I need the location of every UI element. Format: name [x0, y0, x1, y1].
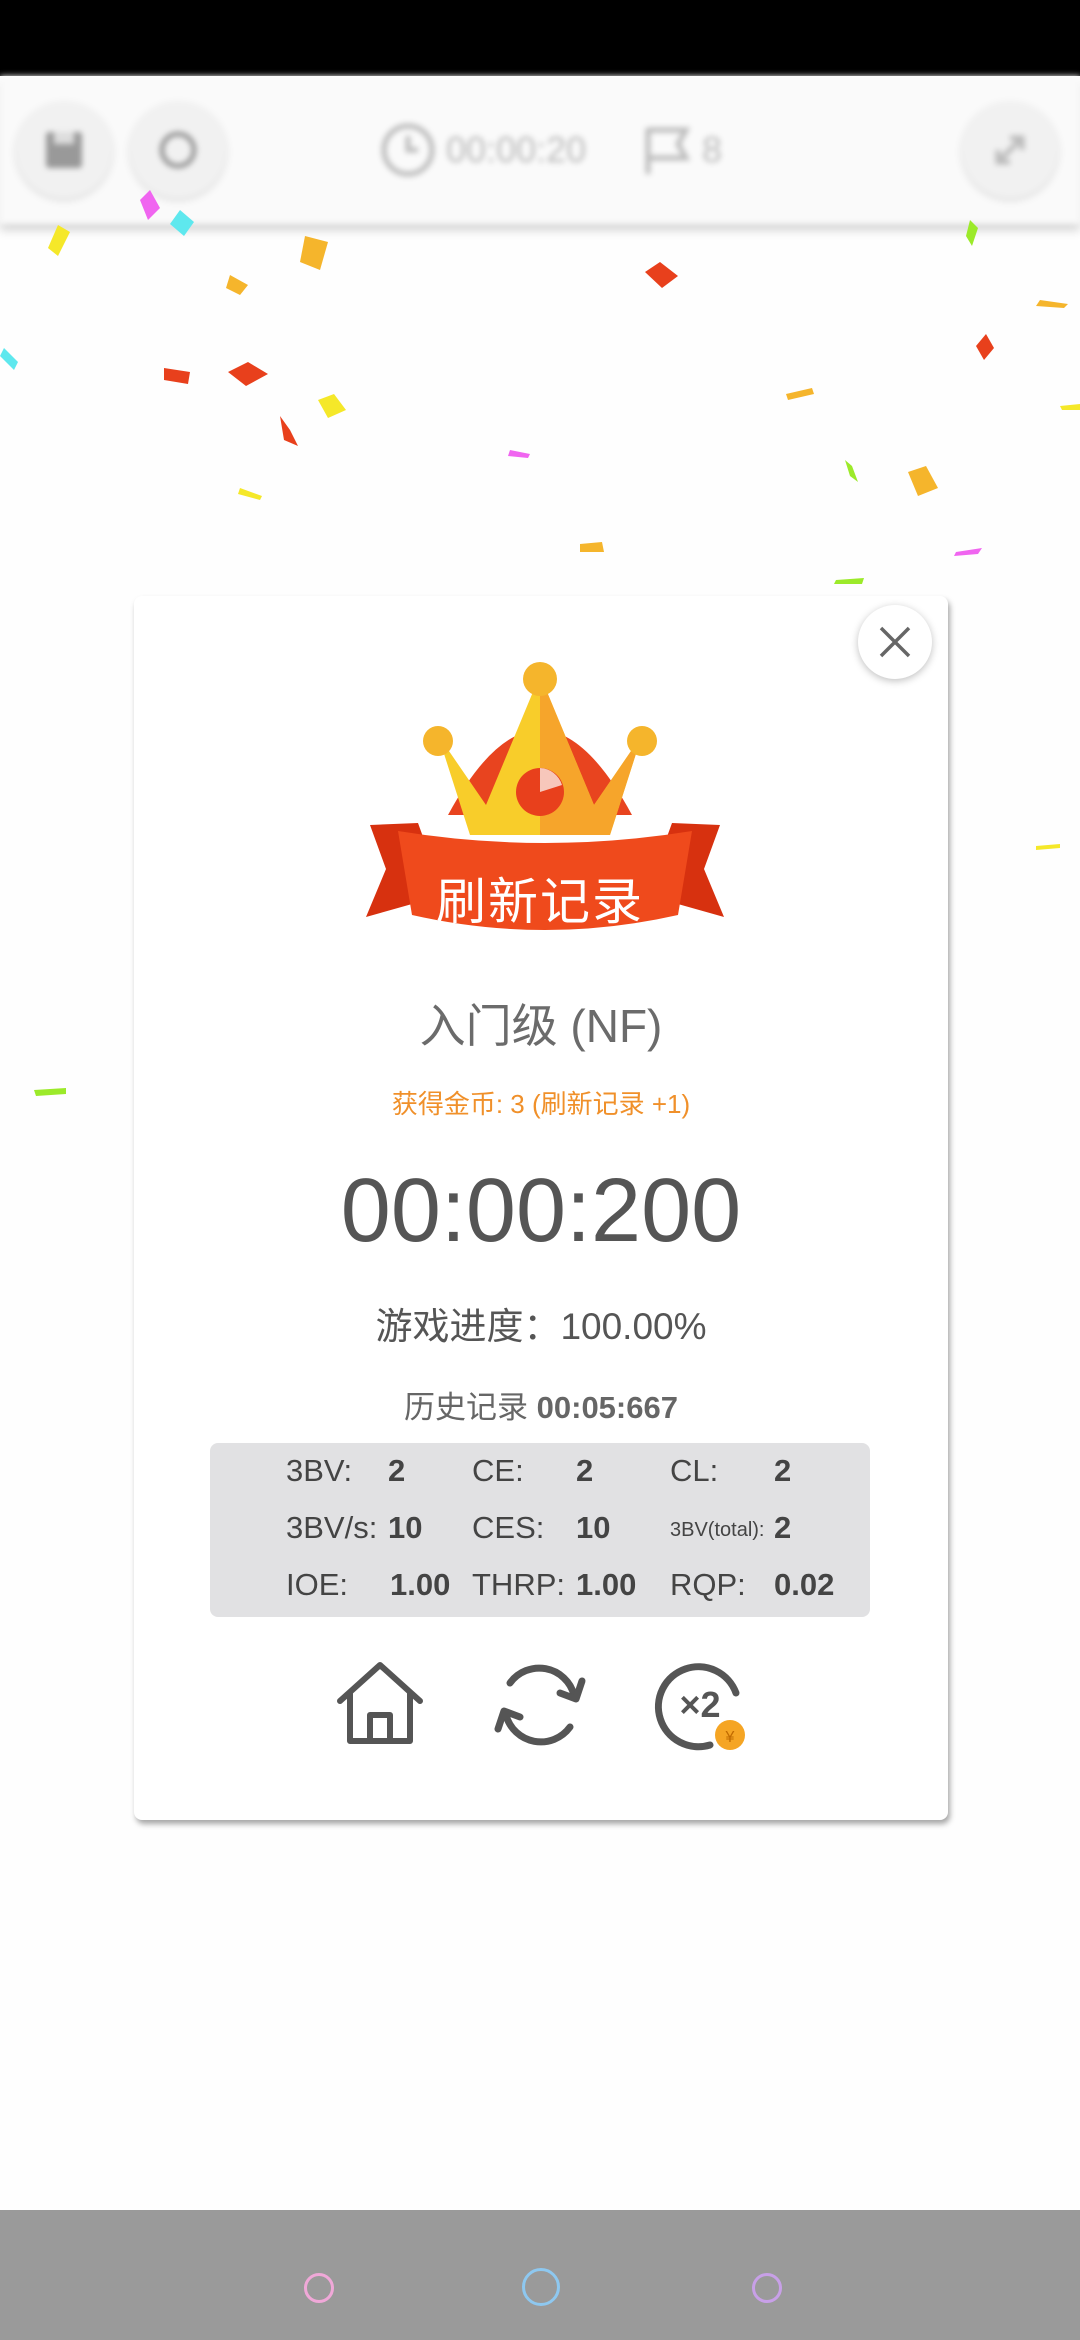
stat-label: CE:	[472, 1453, 524, 1488]
stat-label: 3BV(total):	[670, 1519, 765, 1541]
restart-button[interactable]	[130, 102, 226, 198]
nav-recents-button[interactable]	[752, 2273, 782, 2303]
stat-value: 2	[774, 1510, 792, 1545]
stat-value: 10	[576, 1510, 611, 1545]
coins-earned: 获得金币: 3 (刷新记录 +1)	[391, 1089, 691, 1119]
stats-panel: 3BV: 2 CE: 2 CL: 2 3BV/s: 10 CES: 10 3BV…	[210, 1443, 870, 1617]
flag-counter: 8	[640, 122, 722, 178]
expand-button[interactable]	[962, 102, 1058, 198]
stat-value: 0.02	[774, 1567, 835, 1602]
refresh-icon	[494, 1664, 586, 1746]
save-button[interactable]	[16, 102, 112, 198]
finish-time: 00:00:200	[340, 1161, 742, 1261]
stat-label: 3BV/s:	[286, 1510, 378, 1545]
game-progress: 游戏进度：100.00%	[134, 1296, 948, 1350]
refresh-icon	[159, 131, 197, 169]
flag-icon	[645, 127, 691, 174]
close-icon	[879, 626, 911, 658]
stat-label: CES:	[472, 1510, 545, 1545]
game-toolbar: 00:00:20 8	[0, 76, 1080, 224]
double-coins-button[interactable]: ×2 ¥	[650, 1655, 750, 1755]
history-record: 历史记录 00:05:667	[134, 1382, 948, 1427]
stat-label: 3BV:	[286, 1453, 353, 1488]
clock-icon	[381, 123, 435, 177]
status-bar	[0, 0, 1080, 76]
history-label: 历史记录	[404, 1390, 529, 1425]
stat-label: IOE:	[286, 1567, 349, 1602]
replay-button[interactable]	[490, 1655, 590, 1755]
stat-value: 2	[388, 1453, 406, 1488]
stat-label: CL:	[670, 1453, 719, 1488]
progress-value: 100.00%	[560, 1306, 707, 1347]
record-banner-label: 刷新记录	[436, 874, 644, 930]
home-icon	[337, 1662, 423, 1744]
difficulty-level: 入门级 (NF)	[419, 1000, 663, 1052]
save-icon	[46, 132, 82, 168]
expand-icon	[995, 135, 1025, 165]
stat-label: THRP:	[472, 1567, 565, 1602]
stat-value: 2	[576, 1453, 594, 1488]
stat-value: 1.00	[390, 1567, 451, 1602]
nav-home-button[interactable]	[522, 2268, 560, 2306]
flag-count: 8	[702, 129, 723, 170]
close-button[interactable]	[858, 605, 932, 679]
timer-text: 00:00:20	[446, 129, 587, 170]
stat-value: 1.00	[576, 1567, 637, 1602]
stat-value: 2	[774, 1453, 792, 1488]
system-nav-bar	[0, 2210, 1080, 2340]
coin-symbol: ¥	[725, 1729, 735, 1746]
stat-label: RQP:	[670, 1567, 746, 1602]
progress-label: 游戏进度：	[375, 1306, 561, 1347]
timer-display: 00:00:20	[380, 122, 586, 178]
history-value: 00:05:667	[536, 1390, 678, 1425]
home-button[interactable]	[330, 1655, 430, 1755]
stat-value: 10	[388, 1510, 423, 1545]
double-coins-icon: ×2 ¥	[654, 1663, 745, 1751]
nav-back-button[interactable]	[304, 2273, 334, 2303]
double-label: ×2	[679, 1684, 720, 1725]
